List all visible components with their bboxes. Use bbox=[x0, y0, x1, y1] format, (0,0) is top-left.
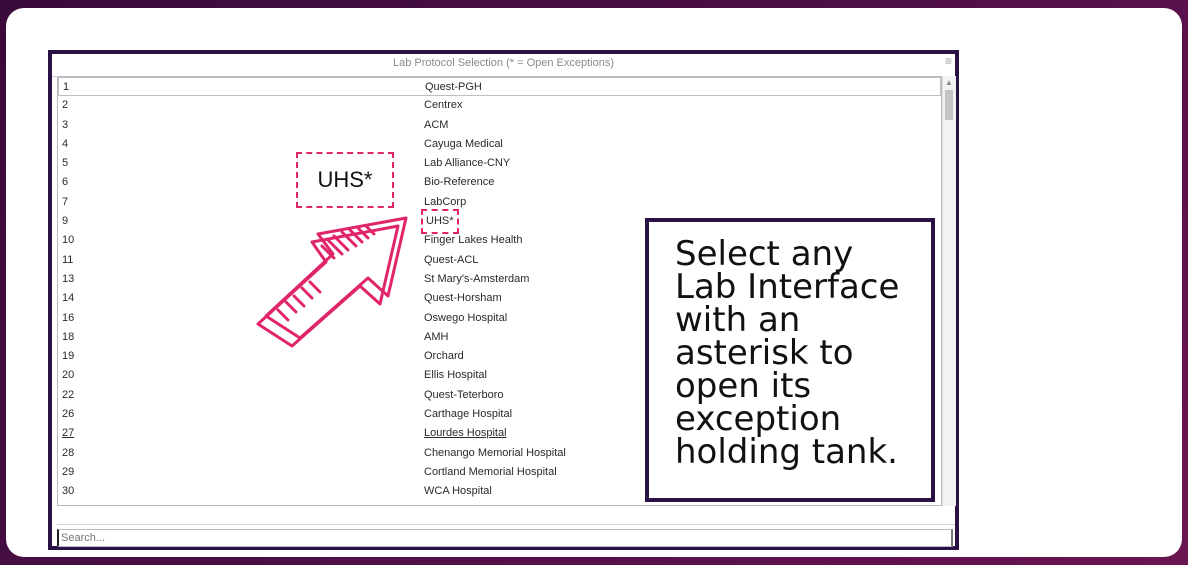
lab-name: Cayuga Medical bbox=[424, 137, 503, 150]
lab-name: St Mary's-Amsterdam bbox=[424, 272, 530, 285]
row-number: 13 bbox=[62, 272, 75, 285]
hamburger-menu-icon[interactable]: ≡ bbox=[945, 55, 955, 67]
lab-name: Lab Alliance-CNY bbox=[424, 157, 511, 170]
row-number: 20 bbox=[62, 369, 75, 382]
lab-name: Quest-PGH bbox=[425, 81, 482, 93]
lab-name: Carthage Hospital bbox=[424, 408, 513, 421]
row-number: 29 bbox=[62, 465, 75, 478]
vertical-scrollbar[interactable]: ▲ bbox=[942, 76, 956, 506]
list-item[interactable]: 1 Quest-PGH bbox=[58, 77, 941, 97]
scrollbar-thumb[interactable] bbox=[945, 90, 953, 120]
row-number: 14 bbox=[62, 292, 75, 305]
lab-name: Oswego Hospital bbox=[424, 311, 508, 324]
row-number: 7 bbox=[62, 195, 69, 208]
row-number: 1 bbox=[63, 81, 70, 93]
lab-name: WCA Hospital bbox=[424, 485, 492, 498]
lab-name: Cortland Memorial Hospital bbox=[424, 465, 557, 478]
row-number: 3 bbox=[62, 118, 69, 131]
lab-name: Centrex bbox=[424, 99, 463, 112]
lab-name: Ellis Hospital bbox=[424, 369, 487, 382]
lab-name: Quest-Teterboro bbox=[424, 388, 504, 401]
lab-name: Bio-Reference bbox=[424, 176, 495, 189]
lab-name: LabCorp bbox=[424, 195, 467, 208]
row-number: 22 bbox=[62, 388, 75, 401]
list-item[interactable]: 5 Lab Alliance-CNY bbox=[58, 154, 941, 173]
row-number: 26 bbox=[62, 408, 75, 421]
divider bbox=[57, 524, 955, 525]
row-number: 2 bbox=[62, 99, 69, 112]
instruction-box: Select any Lab Interface with an asteris… bbox=[645, 218, 935, 502]
slide-card: Lab Protocol Selection (* = Open Excepti… bbox=[6, 8, 1182, 557]
row-number: 4 bbox=[62, 137, 69, 150]
row-number: 11 bbox=[62, 253, 74, 266]
row-number: 16 bbox=[62, 311, 75, 324]
list-item[interactable]: 6 Bio-Reference bbox=[58, 173, 941, 192]
lab-name: ACM bbox=[424, 118, 449, 131]
list-item[interactable]: 3 ACM bbox=[58, 116, 941, 135]
row-number: 18 bbox=[62, 330, 75, 343]
lab-name: Lourdes Hospital bbox=[424, 427, 507, 440]
row-number: 5 bbox=[62, 157, 69, 170]
row-number: 28 bbox=[62, 446, 75, 459]
list-item[interactable]: 7 LabCorp bbox=[58, 193, 941, 212]
lab-name: Quest-Horsham bbox=[424, 292, 502, 305]
window-title: Lab Protocol Selection (* = Open Excepti… bbox=[52, 54, 955, 77]
scroll-up-icon[interactable]: ▲ bbox=[945, 78, 953, 87]
lab-name: Finger Lakes Health bbox=[424, 234, 523, 247]
row-number: 10 bbox=[62, 234, 75, 247]
row-number: 6 bbox=[62, 176, 69, 189]
lab-name: UHS* bbox=[421, 209, 459, 235]
row-number: 27 bbox=[62, 427, 75, 440]
pointer-arrow-icon bbox=[256, 216, 408, 348]
lab-name: Quest-ACL bbox=[424, 253, 479, 266]
row-number: 19 bbox=[62, 350, 75, 363]
uhs-callout-box: UHS* bbox=[296, 152, 394, 208]
row-number: 9 bbox=[62, 215, 69, 228]
lab-name: Chenango Memorial Hospital bbox=[424, 446, 566, 459]
lab-name: Orchard bbox=[424, 350, 464, 363]
list-item[interactable]: 2 Centrex bbox=[58, 96, 941, 115]
list-item[interactable]: 4 Cayuga Medical bbox=[58, 135, 941, 154]
search-input[interactable] bbox=[57, 529, 953, 547]
row-number: 30 bbox=[62, 485, 75, 498]
